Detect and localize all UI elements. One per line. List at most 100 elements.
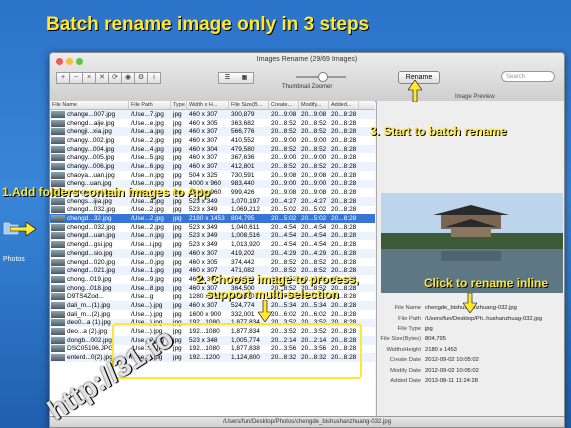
info-row: Modify Date 2012-09-02 10:05:02 (377, 365, 564, 375)
column-header[interactable]: Modify... (299, 101, 329, 109)
table-row[interactable]: chengd...020.jpg/Use...0.jpg jpg 460 x 305… (50, 258, 375, 267)
table-cell: /Use...a.jpg (131, 128, 164, 136)
table-cell: 20...8:52 (301, 145, 327, 153)
table-cell: 983,440 (231, 180, 255, 188)
table-cell: chong...018.jpg (67, 284, 112, 292)
info-value[interactable]: 2013-08-11 11:24:28 (425, 378, 564, 384)
table-row[interactable]: changy...006.jpg/Use...6.jpg jpg 460 x 307… (50, 162, 375, 171)
info-value[interactable]: 2180 x 1453 (425, 347, 564, 353)
settings-icon[interactable]: ⚙ (134, 72, 148, 84)
info-value[interactable]: chengde_bishushanzhuang-032.jpg (425, 305, 564, 311)
table-row[interactable]: dali_m...(2).jpg/Use...).jpg jpg 1600 x 90… (50, 310, 375, 319)
thumbnail-image (51, 154, 65, 162)
table-cell: jpg (173, 310, 182, 318)
column-header[interactable]: Create... (269, 101, 299, 109)
info-value[interactable]: 2012-09-02 10:05:02 (425, 357, 564, 363)
info-key: Added Date (390, 377, 421, 384)
info-row: File Path/Users/fun/Desktop/Ph..hushanzh… (377, 313, 564, 323)
table-row[interactable]: changy...004.jpg/Use...4.jpg jpg 460 x 304… (50, 144, 375, 154)
table-cell: /Use...2.jpg (131, 136, 164, 144)
table-row[interactable]: dali_m...(1).jpg/Use...).jpg jpg 460 x 307… (50, 301, 375, 310)
search-input[interactable]: Search (501, 71, 555, 82)
view-mode-toggle[interactable]: ☰ ▦ (218, 72, 254, 84)
table-cell: 20...4:54 (301, 223, 327, 231)
info-key: File Path (398, 315, 421, 322)
table-cell: jpg (173, 154, 182, 162)
table-row[interactable]: chengd...032.jpg/Use...2.jpg jpg 523 x 349… (50, 223, 375, 232)
table-cell: /Use...2.jpg (131, 215, 164, 223)
table-cell: 479,580 (231, 145, 255, 153)
banner-title: Batch rename image only in 3 steps (46, 14, 370, 35)
info-row: WidthxHeight 2180 x 1453 (377, 345, 564, 355)
table-cell: /Use...n.jpg (131, 171, 164, 179)
column-header[interactable]: Added... (329, 101, 359, 109)
info-value[interactable]: 2012-09-02 10:05:02 (425, 368, 564, 374)
table-cell: jpg (173, 249, 182, 257)
table-cell: 20...8:28 (331, 154, 357, 162)
table-row[interactable]: changy...002.jpg/Use...2.jpg jpg 460 x 307… (50, 136, 375, 145)
table-cell: jpg (173, 162, 182, 170)
column-header[interactable]: File Path (129, 101, 171, 109)
table-row[interactable]: change...007.jpg/Use...7.jpg jpg 460 x 307… (50, 110, 375, 119)
add-icon[interactable]: + (56, 72, 70, 84)
window-title: Images Rename (29/69 Images) (256, 56, 358, 63)
thumbnail-image (51, 215, 65, 223)
table-cell: 20...4:54 (271, 232, 297, 240)
thumbnail-image (51, 128, 65, 136)
table-cell: 20...9:08 (301, 110, 327, 118)
list-view-icon[interactable]: ☰ (219, 73, 236, 83)
table-row[interactable]: chengd...gsi.jpg/Use...i.jpg jpg 523 x 349… (50, 240, 375, 249)
table-row[interactable]: chengd...aije.jpg/Use...e.jpg jpg 460 x 30… (50, 119, 375, 128)
table-cell: /Use...2.jpg (131, 223, 164, 231)
column-header[interactable]: File Size(B... (229, 101, 269, 109)
table-row[interactable]: chengd...032.jpg/Use...2.jpg jpg 523 x 349… (50, 206, 375, 215)
table-row[interactable]: chengd...32.jpg/Use...2.jpg jpg 2180 x 145… (50, 214, 375, 223)
table-cell: 1,013,920 (231, 241, 260, 249)
table-cell: /Use...5.jpg (131, 154, 164, 162)
thumbnail-image (51, 275, 65, 283)
table-cell: jpg (173, 284, 182, 292)
table-cell: 20...4:29 (301, 249, 327, 257)
table-cell: D9TS4Zod... (67, 293, 104, 301)
table-cell: 504 x 325 (189, 171, 218, 179)
table-cell: jpg (173, 275, 182, 283)
table-cell: 1600 x 900 (189, 310, 222, 318)
table-cell: 566,776 (231, 128, 255, 136)
thumbnail-image (51, 354, 65, 362)
remove-icon[interactable]: − (69, 72, 83, 84)
column-header[interactable]: Width x H... (187, 101, 229, 109)
table-cell: 20...8:28 (331, 119, 357, 127)
column-header[interactable]: File Name (50, 101, 129, 109)
info-icon[interactable]: i (147, 72, 161, 84)
table-row[interactable]: chaoya...uan.jpg/Use...n.jpg jpg 504 x 325… (50, 171, 375, 180)
thumbnail-image (51, 162, 65, 170)
table-cell: /Use...2.jpg (131, 206, 164, 214)
grid-view-icon[interactable]: ▦ (236, 73, 253, 83)
table-cell: 20...8:52 (271, 128, 297, 136)
table-cell: 20...8:52 (271, 145, 297, 153)
table-cell: 20...5:02 (271, 215, 297, 223)
table-cell: jpg (173, 128, 182, 136)
table-cell: 20...4:27 (271, 197, 297, 205)
clear-icon[interactable]: ✕ (95, 72, 109, 84)
zoom-slider-knob[interactable] (318, 72, 328, 82)
table-cell: chengd...32.jpg (67, 215, 112, 223)
info-value[interactable]: jpg (425, 326, 564, 332)
info-value[interactable]: 804,795 (425, 336, 564, 342)
table-row[interactable]: changy...005.jpg/Use...5.jpg jpg 460 x 307… (50, 153, 375, 162)
delete-icon[interactable]: × (82, 72, 96, 84)
table-cell: 460 x 305 (189, 119, 218, 127)
table-cell: 20...5:34 (271, 301, 297, 309)
preview-eye-icon[interactable]: ◉ (121, 72, 135, 84)
table-cell: 367,636 (231, 154, 255, 162)
table-cell: 20...9:08 (301, 189, 327, 197)
table-row[interactable]: chengd...uan.jpg/Use...n.jpg jpg 523 x 349… (50, 231, 375, 241)
table-row[interactable]: chengd...sio.jpg/Use...o.jpg jpg 460 x 307… (50, 249, 375, 258)
column-header[interactable]: Type (171, 101, 187, 109)
thumbnail-image (51, 293, 65, 301)
refresh-icon[interactable]: ⟳ (108, 72, 122, 84)
info-value[interactable]: /Users/fun/Desktop/Ph..hushanzhuag-032.j… (425, 316, 564, 322)
table-cell: 20...8:28 (331, 249, 357, 257)
table-row[interactable]: chengji...xia.jpg/Use...a.jpg jpg 460 x 30… (50, 127, 375, 137)
table-cell: chengd...uan.jpg (67, 232, 116, 240)
